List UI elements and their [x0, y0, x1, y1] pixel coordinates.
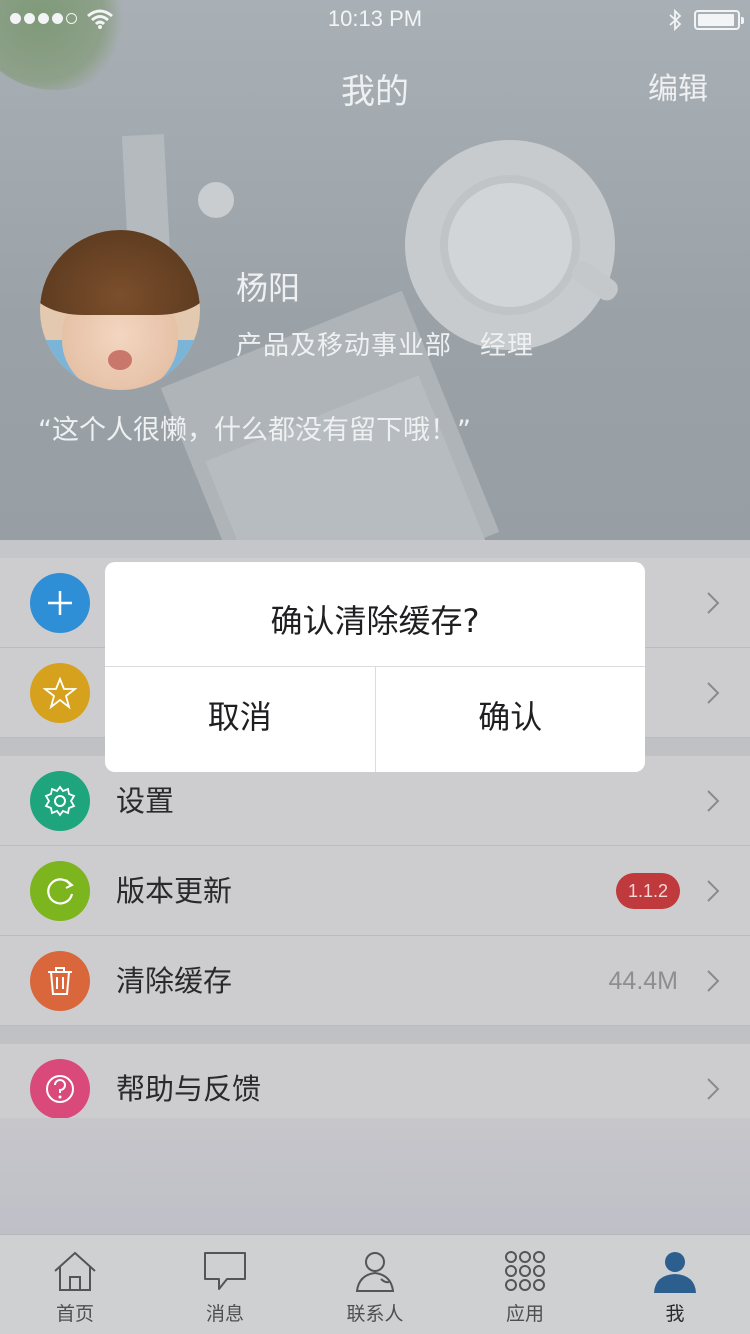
chevron-right-icon: [707, 880, 720, 902]
tab-label: 应用: [505, 1303, 544, 1325]
help-icon: [30, 1059, 90, 1119]
apps-icon: [505, 1251, 545, 1291]
status-time: 10:13 PM: [327, 6, 423, 31]
chevron-right-icon: [707, 970, 720, 992]
dialog-buttons: 取消 确认: [105, 667, 645, 772]
cup-decoration: [440, 175, 580, 315]
chevron-right-icon: [707, 592, 720, 614]
user-name: 杨阳: [236, 269, 301, 307]
pin-decoration: [198, 182, 234, 218]
tab-label: 首页: [55, 1303, 94, 1325]
me-icon: [654, 1252, 696, 1293]
tab-messages[interactable]: 消息: [150, 1235, 300, 1334]
menu-item-version-update[interactable]: 版本更新 1.1.2: [0, 846, 750, 936]
tab-home[interactable]: 首页: [0, 1235, 150, 1334]
contacts-icon: [355, 1252, 395, 1292]
user-motto: “这个人很懒，什么都没有留下哦！”: [38, 415, 471, 446]
edit-button[interactable]: 编辑: [648, 64, 708, 108]
star-icon: [30, 663, 90, 723]
department-text: 产品及移动事业部: [236, 331, 453, 361]
tab-label: 消息: [205, 1303, 244, 1325]
bluetooth-icon: [669, 9, 682, 31]
menu-item-label: 清除缓存: [116, 964, 233, 998]
user-department: 产品及移动事业部 经理: [236, 325, 534, 362]
dialog-title: 确认清除缓存?: [105, 562, 645, 667]
refresh-icon: [30, 861, 90, 921]
avatar[interactable]: [40, 230, 200, 390]
page-title: 我的: [341, 72, 409, 112]
section-divider: [0, 1026, 750, 1044]
tab-label: 联系人: [346, 1303, 404, 1325]
version-badge: 1.1.2: [615, 873, 680, 909]
chevron-right-icon: [707, 682, 720, 704]
position-text: 经理: [480, 331, 535, 361]
empty-area: [0, 1118, 750, 1234]
gear-icon: [30, 771, 90, 831]
confirm-button[interactable]: 确认: [374, 667, 646, 772]
home-icon: [54, 1251, 96, 1291]
battery-icon: [694, 10, 744, 30]
menu-item-clear-cache[interactable]: 清除缓存 44.4M: [0, 936, 750, 1026]
section-divider: [0, 540, 750, 558]
tab-contacts[interactable]: 联系人: [300, 1235, 450, 1334]
menu-item-label: 版本更新: [116, 874, 233, 908]
confirm-dialog: 确认清除缓存? 取消 确认: [105, 562, 645, 772]
tab-label: 我: [665, 1303, 685, 1325]
status-bar: 10:13 PM: [0, 0, 750, 40]
chevron-right-icon: [707, 790, 720, 812]
trash-icon: [30, 951, 90, 1011]
message-icon: [204, 1252, 246, 1290]
chevron-right-icon: [707, 1078, 720, 1100]
cache-size: 44.4M: [608, 967, 678, 995]
cancel-button[interactable]: 取消: [105, 667, 375, 772]
tab-apps[interactable]: 应用: [450, 1235, 600, 1334]
tab-bar: 首页 消息 联系人 应用 我: [0, 1234, 750, 1334]
plus-icon: [30, 573, 90, 633]
tab-me[interactable]: 我: [600, 1235, 750, 1334]
